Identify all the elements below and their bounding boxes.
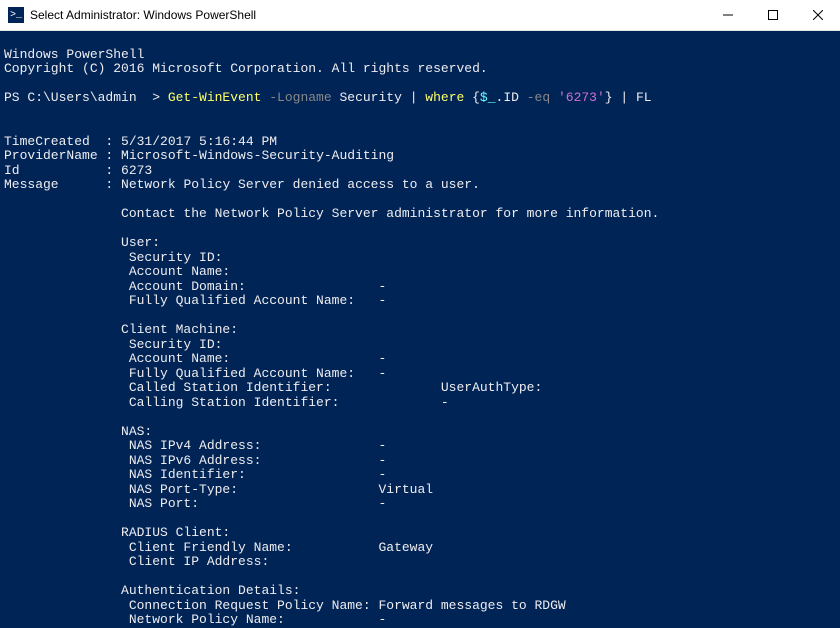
ad-crp-name: Connection Request Policy Name: Forward … <box>4 598 566 613</box>
powershell-icon: >_ <box>8 7 24 23</box>
section-radius-client: RADIUS Client: <box>4 525 230 540</box>
console-area[interactable]: Windows PowerShell Copyright (C) 2016 Mi… <box>0 31 840 628</box>
msg-contact: Contact the Network Policy Server admini… <box>4 206 659 221</box>
space <box>550 90 558 105</box>
brace-close: } <box>605 90 613 105</box>
user-security-id: Security ID: <box>4 250 222 265</box>
close-button[interactable] <box>795 0 840 30</box>
cmdlet-where: where <box>425 90 472 105</box>
field-message-label: Message : <box>4 177 121 192</box>
nas-port: NAS Port: - <box>4 496 386 511</box>
nas-identifier: NAS Identifier: - <box>4 467 386 482</box>
field-providername-label: ProviderName : <box>4 148 121 163</box>
field-id-value: 6273 <box>121 163 152 178</box>
section-auth-details: Authentication Details: <box>4 583 300 598</box>
rc-friendly-name: Client Friendly Name: Gateway <box>4 540 433 555</box>
nas-port-type: NAS Port-Type: Virtual <box>4 482 433 497</box>
field-timecreated-label: TimeCreated : <box>4 134 121 149</box>
rc-ip-address: Client IP Address: <box>4 554 269 569</box>
field-id-label: Id : <box>4 163 121 178</box>
cm-called-station: Called Station Identifier: UserAuthType: <box>4 380 542 395</box>
user-fqan: Fully Qualified Account Name: - <box>4 293 386 308</box>
prompt-prefix: PS C:\Users\admin > <box>4 90 168 105</box>
ad-np-name: Network Policy Name: - <box>4 612 386 627</box>
nas-ipv6: NAS IPv6 Address: - <box>4 453 386 468</box>
arg-security: Security <box>332 90 410 105</box>
cm-security-id: Security ID: <box>4 337 222 352</box>
var-dollar-underscore: $_ <box>480 90 496 105</box>
op-eq: -eq <box>527 90 550 105</box>
field-message-value: Network Policy Server denied access to a… <box>121 177 480 192</box>
field-timecreated-value: 5/31/2017 5:16:44 PM <box>121 134 277 149</box>
window-titlebar: >_ Select Administrator: Windows PowerSh… <box>0 0 840 31</box>
dot-id: .ID <box>496 90 527 105</box>
header-line1: Windows PowerShell <box>4 47 144 62</box>
nas-ipv4: NAS IPv4 Address: - <box>4 438 386 453</box>
literal-6273: '6273' <box>558 90 605 105</box>
minimize-button[interactable] <box>705 0 750 30</box>
brace-open: { <box>472 90 480 105</box>
section-client-machine: Client Machine: <box>4 322 238 337</box>
window-title: Select Administrator: Windows PowerShell <box>30 8 256 22</box>
cm-calling-station: Calling Station Identifier: - <box>4 395 449 410</box>
user-account-domain: Account Domain: - <box>4 279 386 294</box>
user-account-name: Account Name: <box>4 264 230 279</box>
field-providername-value: Microsoft-Windows-Security-Auditing <box>121 148 394 163</box>
maximize-button[interactable] <box>750 0 795 30</box>
section-user: User: <box>4 235 160 250</box>
cm-account-name: Account Name: - <box>4 351 386 366</box>
header-line2: Copyright (C) 2016 Microsoft Corporation… <box>4 61 488 76</box>
pipe-fl: | FL <box>613 90 652 105</box>
cm-fqan: Fully Qualified Account Name: - <box>4 366 386 381</box>
cmdlet-getwinevent: Get-WinEvent <box>168 90 262 105</box>
pipe1: | <box>410 90 426 105</box>
param-logname: -Logname <box>261 90 331 105</box>
section-nas: NAS: <box>4 424 152 439</box>
